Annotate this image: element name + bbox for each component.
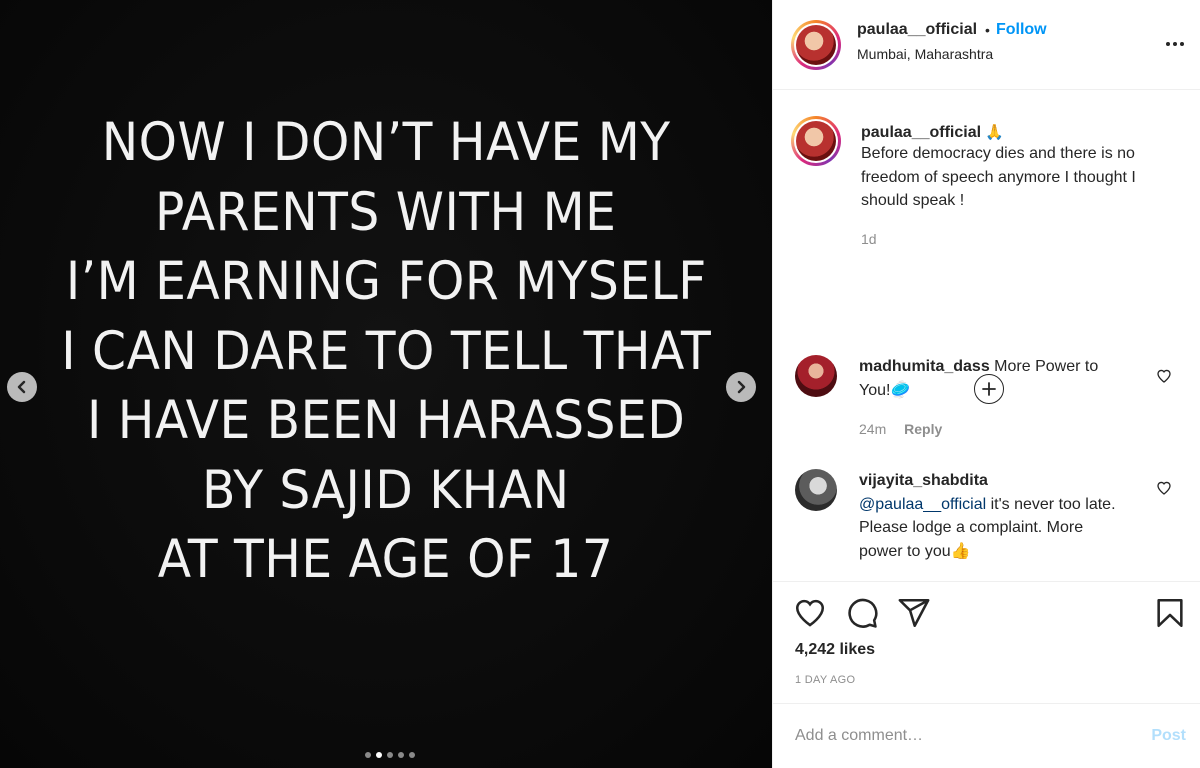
comment-input[interactable] xyxy=(795,727,1152,745)
more-options-icon[interactable] xyxy=(1166,42,1184,46)
comment-username[interactable]: madhumita_dass xyxy=(859,358,990,375)
post-comment-button[interactable]: Post xyxy=(1151,727,1186,745)
likes-count[interactable]: 4,242 likes xyxy=(795,641,875,659)
post-modal: NOW I DON’T HAVE MY PARENTS WITH ME I’M … xyxy=(0,0,1200,768)
carousel-dot xyxy=(408,752,415,758)
media-text-block: NOW I DON’T HAVE MY PARENTS WITH ME I’M … xyxy=(0,108,772,595)
comment-timestamp[interactable]: 24m xyxy=(859,421,886,437)
praying-hands-icon: 🙏 xyxy=(985,124,1004,141)
previous-slide-button[interactable] xyxy=(7,372,37,402)
frisbee-emoji: 🥏 xyxy=(890,381,911,399)
comment-item: madhumita_dass More Power to You!🥏 24m R… xyxy=(795,355,1129,442)
reply-button[interactable]: Reply xyxy=(904,421,942,437)
heart-icon[interactable] xyxy=(793,596,827,630)
add-comment-bar: Post xyxy=(773,704,1200,768)
media-text-line: BY SAJID KHAN xyxy=(202,459,570,521)
chevron-left-icon xyxy=(17,380,26,394)
avatar-image xyxy=(796,121,836,161)
comment-mention-link[interactable]: @paulaa__official xyxy=(859,496,986,513)
carousel-dots xyxy=(0,752,772,758)
media-text-line: PARENTS WITH ME xyxy=(155,181,617,243)
media-text-line: I’M EARNING FOR MYSELF xyxy=(65,251,707,312)
post-caption: paulaa__official 🙏 Before democracy dies … xyxy=(791,116,1171,247)
commenter-avatar[interactable] xyxy=(795,469,837,511)
author-avatar[interactable] xyxy=(791,19,841,70)
caption-avatar[interactable] xyxy=(791,116,841,166)
share-icon[interactable] xyxy=(897,596,931,630)
post-location[interactable]: Mumbai, Maharashtra xyxy=(857,46,1047,62)
post-media: NOW I DON’T HAVE MY PARENTS WITH ME I’M … xyxy=(0,0,772,768)
comment-item: vijayita_shabdita @paulaa__official it's… xyxy=(795,469,1129,563)
comment-username[interactable]: vijayita_shabdita xyxy=(859,472,988,489)
separator-dot: • xyxy=(985,22,990,38)
caption-text: Before democracy dies and there is no fr… xyxy=(861,145,1136,209)
carousel-dot xyxy=(397,752,404,758)
carousel-dot xyxy=(364,752,371,758)
post-header: paulaa__official • Follow Mumbai, Mahara… xyxy=(773,0,1200,90)
thumbs-up-emoji: 👍 xyxy=(950,542,971,560)
caption-username[interactable]: paulaa__official xyxy=(861,124,981,141)
avatar-image xyxy=(796,24,836,65)
post-sidebar: paulaa__official • Follow Mumbai, Mahara… xyxy=(772,0,1200,768)
next-slide-button[interactable] xyxy=(726,372,756,402)
chevron-right-icon xyxy=(737,380,746,394)
post-date[interactable]: 1 DAY AGO xyxy=(795,674,855,686)
author-username[interactable]: paulaa__official xyxy=(857,21,977,39)
comment-like-heart-icon[interactable] xyxy=(1156,480,1172,496)
post-actions: 4,242 likes 1 DAY AGO xyxy=(773,582,1200,704)
comment-like-heart-icon[interactable] xyxy=(1156,368,1172,384)
media-text-line: NOW I DON’T HAVE MY xyxy=(101,112,671,173)
carousel-dot xyxy=(386,752,393,758)
media-text-line: I CAN DARE TO TELL THAT xyxy=(61,320,711,382)
follow-button[interactable]: Follow xyxy=(996,21,1047,39)
bookmark-icon[interactable] xyxy=(1153,596,1187,630)
commenter-avatar[interactable] xyxy=(795,355,837,397)
media-text-line: AT THE AGE OF 17 xyxy=(158,529,614,590)
comments-section: paulaa__official 🙏 Before democracy dies … xyxy=(773,90,1200,582)
comment-icon[interactable] xyxy=(845,596,879,630)
carousel-dot-active xyxy=(375,752,382,758)
caption-timestamp[interactable]: 1d xyxy=(861,231,1171,247)
media-text-line: I HAVE BEEN HARASSED xyxy=(86,390,686,451)
